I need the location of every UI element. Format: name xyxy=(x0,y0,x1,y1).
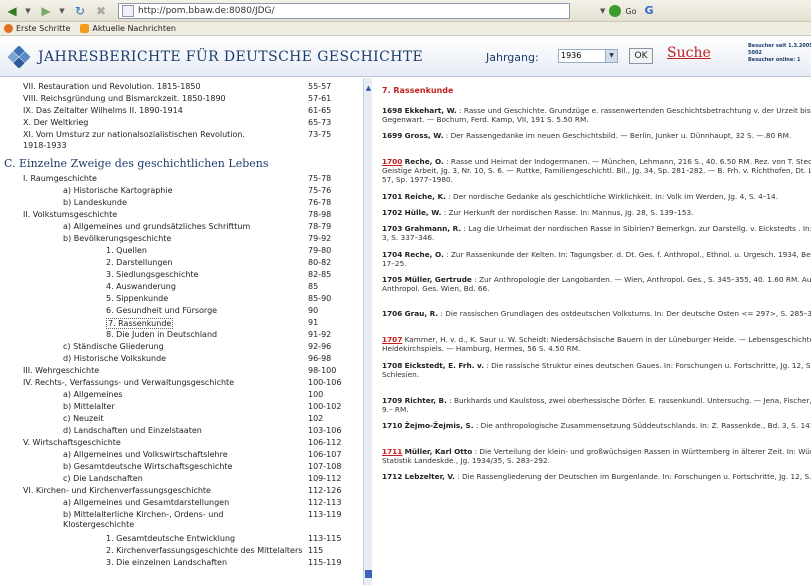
visitor-counter-online: Besucher online: 1 xyxy=(748,57,801,63)
browser-window: ◀ ▼ ▶ ▼ ↻ ✖ ⌂ ▼ Go G Erste Schritte Aktu… xyxy=(0,0,811,585)
search-link[interactable]: Suche xyxy=(667,45,711,61)
google-search-icon[interactable]: G xyxy=(644,4,658,18)
bookmark-label: Aktuelle Nachrichten xyxy=(92,24,176,33)
entry-link[interactable]: 1711 xyxy=(382,447,402,456)
bibliography-entry: 1699 Gross, W. : Der Rassengedanke im ne… xyxy=(382,131,792,140)
bibliography-entry: 1709 Richter, B. : Burkhards und Kaulsto… xyxy=(382,396,811,414)
diamond-logo-icon xyxy=(8,46,30,68)
scroll-up-arrow-icon[interactable]: ▲ xyxy=(364,84,373,92)
bookmark-aktuelle-nachrichten[interactable]: Aktuelle Nachrichten xyxy=(80,24,176,33)
forward-dropdown-icon[interactable]: ▼ xyxy=(58,2,66,20)
bibliography-entry: 1707 Kammer, H. v. d., K. Saur u. W. Sch… xyxy=(382,335,811,353)
content-scrollbar[interactable]: ▲ xyxy=(363,78,372,585)
page-favicon-icon xyxy=(122,5,134,17)
visitor-counter-total: 5002 xyxy=(748,50,762,56)
bibliography-entry: 1700 Reche, O. : Rasse und Heimat der In… xyxy=(382,157,811,184)
bibliography-entry: 1705 Müller, Gertrude : Zur Anthropologi… xyxy=(382,275,811,293)
visitor-counter: Besucher seit 1.3.2005: 5002 Besucher on… xyxy=(748,43,811,64)
bibliography-entry: 1706 Grau, R. : Die rassischen Grundlage… xyxy=(382,309,811,318)
address-bar[interactable] xyxy=(118,3,570,19)
entries-pane: 7. Rassenkunde 1698 Ekkehart, W. : Rasse… xyxy=(373,78,811,585)
page-title: JAHRESBERICHTE FÜR DEUTSCHE GESCHICHTE xyxy=(38,49,424,65)
bibliography-entry: 1702 Hülle, W. : Zur Herkunft der nordis… xyxy=(382,208,694,217)
reload-icon[interactable]: ↻ xyxy=(71,2,89,20)
back-dropdown-icon[interactable]: ▼ xyxy=(24,2,32,20)
url-input[interactable] xyxy=(138,6,558,16)
bookmarks-bar: Erste Schritte Aktuelle Nachrichten xyxy=(0,22,811,36)
back-icon[interactable]: ◀ xyxy=(3,2,21,20)
rss-feed-icon xyxy=(80,24,90,33)
jahrgang-select[interactable]: 1936 ▼ xyxy=(558,49,618,63)
stop-icon[interactable]: ✖ xyxy=(92,2,110,20)
bibliography-entry: 1701 Reiche, K. : Der nordische Gedanke … xyxy=(382,192,779,201)
page-header: JAHRESBERICHTE FÜR DEUTSCHE GESCHICHTE J… xyxy=(0,37,811,77)
visitor-counter-label: Besucher seit 1.3.2005: xyxy=(748,43,811,49)
bibliography-entry: 1704 Reche, O. : Zur Rassenkunde der Kel… xyxy=(382,250,811,268)
bibliography-entry: 1698 Ekkehart, W. : Rasse und Geschichte… xyxy=(382,106,811,124)
entry-link[interactable]: 1707 xyxy=(382,335,402,344)
bibliography-entry: 1703 Grahmann, R. : Lag die Urheimat der… xyxy=(382,224,811,242)
jahrgang-selected-value: 1936 xyxy=(561,51,582,60)
entry-link[interactable]: 1700 xyxy=(382,157,402,166)
address-bar-controls: ▼ Go G xyxy=(572,3,682,19)
url-history-dropdown-icon[interactable]: ▼ xyxy=(600,7,605,15)
ok-button[interactable]: OK xyxy=(629,48,653,64)
forward-icon[interactable]: ▶ xyxy=(37,2,55,20)
toc-pane: VII. Restauration und Revolution. 1815-1… xyxy=(0,78,361,585)
bibliography-entry: 1712 Lebzelter, V. : Die Rassengliederun… xyxy=(382,472,811,481)
firefox-icon xyxy=(4,24,13,33)
section-heading: 7. Rassenkunde xyxy=(382,86,454,95)
go-icon[interactable] xyxy=(609,5,622,17)
bookmark-label: Erste Schritte xyxy=(16,24,71,33)
chevron-down-icon[interactable]: ▼ xyxy=(605,50,617,62)
bibliography-entry: 1711 Müller, Karl Otto : Die Verteilung … xyxy=(382,447,811,465)
bookmark-erste-schritte[interactable]: Erste Schritte xyxy=(4,24,70,33)
jahrgang-label: Jahrgang: xyxy=(486,51,539,64)
bibliography-entry: 1710 Žejmo-Žejmis, S. : Die anthropologi… xyxy=(382,421,811,430)
bibliography-entry: 1708 Eickstedt, E. Frh. v. : Die rassisc… xyxy=(382,361,811,379)
scroll-thumb[interactable] xyxy=(365,570,372,578)
go-label[interactable]: Go xyxy=(625,7,636,16)
